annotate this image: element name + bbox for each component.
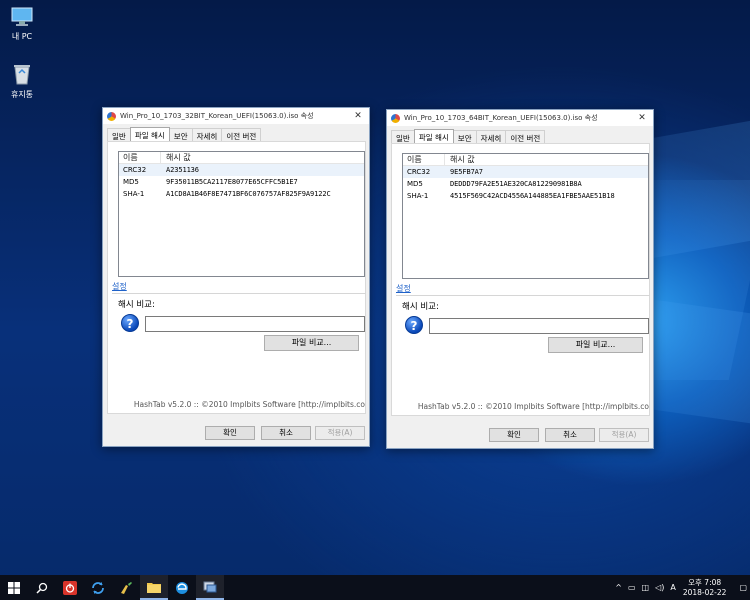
hash-list[interactable]: 이름 해시 값 CRC32 A2351136 MD5 9F35011B5CA21… bbox=[118, 151, 365, 277]
settings-link[interactable]: 설정 bbox=[112, 281, 127, 292]
hash-name: SHA-1 bbox=[407, 192, 429, 200]
hash-value: 9F35011B5CA2117E8077E65CFFC5B1E7 bbox=[166, 178, 298, 186]
computer-icon bbox=[11, 7, 33, 26]
hash-value: 9E5FB7A7 bbox=[450, 168, 483, 176]
file-hash-panel: 이름 해시 값 CRC32 A2351136 MD5 9F35011B5CA21… bbox=[107, 141, 366, 414]
hash-compare-label: 해시 비교: bbox=[118, 300, 155, 310]
hash-name: CRC32 bbox=[407, 168, 431, 176]
help-icon: ? bbox=[121, 314, 139, 332]
hashtab-footer: HashTab v5.2.0 :: ©2010 Implbits Softwar… bbox=[417, 402, 649, 411]
apply-button[interactable]: 적용(A) bbox=[315, 426, 365, 440]
desktop-icon-this-pc[interactable]: 내 PC bbox=[0, 6, 44, 42]
hash-row-crc32[interactable]: CRC32 9E5FB7A7 bbox=[403, 166, 648, 178]
file-hash-panel: 이름 해시 값 CRC32 9E5FB7A7 MD5 DEDDD79FA2E51… bbox=[391, 143, 650, 416]
volume-icon[interactable]: ◁) bbox=[655, 583, 664, 592]
windows-start-icon bbox=[8, 581, 20, 594]
column-header-hash[interactable]: 해시 값 bbox=[161, 152, 191, 163]
sync-icon bbox=[92, 581, 104, 594]
title-bar[interactable]: Win_Pro_10_1703_32BIT_Korean_UEFI(15063.… bbox=[103, 108, 369, 124]
divider bbox=[396, 295, 650, 296]
hash-name: SHA-1 bbox=[123, 190, 145, 198]
hash-compare-input[interactable] bbox=[429, 318, 649, 334]
window-title: Win_Pro_10_1703_32BIT_Korean_UEFI(15063.… bbox=[120, 112, 314, 120]
hashtab-footer: HashTab v5.2.0 :: ©2010 Implbits Softwar… bbox=[133, 400, 365, 409]
edge-icon bbox=[176, 581, 188, 594]
hashtab-app-icon bbox=[391, 113, 400, 123]
hash-name: MD5 bbox=[123, 178, 139, 186]
cancel-button[interactable]: 취소 bbox=[261, 426, 311, 440]
ime-indicator[interactable]: A bbox=[670, 583, 675, 592]
hash-value: A1CD8A1B46F8E7471BF6C076757AF825F9A9122C bbox=[166, 190, 331, 198]
apply-button[interactable]: 적용(A) bbox=[599, 428, 649, 442]
search-button[interactable] bbox=[28, 575, 56, 600]
taskbar-app-paint[interactable] bbox=[112, 575, 140, 600]
taskbar-app-power[interactable] bbox=[56, 575, 84, 600]
start-button[interactable] bbox=[0, 575, 28, 600]
network-icon[interactable]: ◫ bbox=[642, 583, 650, 592]
paint-icon bbox=[121, 581, 132, 594]
cancel-button[interactable]: 취소 bbox=[545, 428, 595, 442]
close-icon[interactable]: ✕ bbox=[635, 113, 649, 123]
properties-window-64bit: Win_Pro_10_1703_64BIT_Korean_UEFI(15063.… bbox=[386, 109, 654, 449]
taskbar-app-edge[interactable] bbox=[168, 575, 196, 600]
properties-window-32bit: Win_Pro_10_1703_32BIT_Korean_UEFI(15063.… bbox=[102, 107, 370, 447]
file-compare-button[interactable]: 파일 비교... bbox=[264, 335, 359, 351]
clock-date: 2018-02-22 bbox=[682, 587, 727, 597]
hash-row-md5[interactable]: MD5 DEDDD79FA2E51AE320CA812290981B8A bbox=[403, 178, 648, 190]
search-icon bbox=[36, 582, 48, 594]
clock-time: 오후 7:08 bbox=[688, 577, 722, 587]
hash-row-crc32[interactable]: CRC32 A2351136 bbox=[119, 164, 364, 176]
taskbar-app-sync[interactable] bbox=[84, 575, 112, 600]
desktop-icon-label: 휴지통 bbox=[10, 90, 34, 99]
taskbar-app-file-explorer[interactable] bbox=[140, 575, 168, 600]
hashtab-app-icon bbox=[107, 111, 116, 121]
column-header-hash[interactable]: 해시 값 bbox=[445, 154, 475, 165]
divider bbox=[112, 293, 366, 294]
hash-value: DEDDD79FA2E51AE320CA812290981B8A bbox=[450, 180, 582, 188]
help-icon: ? bbox=[405, 316, 423, 334]
hash-name: CRC32 bbox=[123, 166, 147, 174]
recycle-bin-icon bbox=[14, 65, 30, 85]
notification-icon[interactable]: ▢ bbox=[739, 583, 747, 592]
show-hidden-icons-chevron[interactable]: ^ bbox=[615, 583, 622, 592]
taskbar: ^ ▭ ◫ ◁) A 오후 7:08 2018-02-22 ▢ bbox=[0, 575, 750, 600]
taskbar-app-network[interactable] bbox=[196, 575, 224, 600]
hash-row-sha1[interactable]: SHA-1 A1CD8A1B46F8E7471BF6C076757AF825F9… bbox=[119, 188, 364, 200]
system-tray: ^ ▭ ◫ ◁) A 오후 7:08 2018-02-22 ▢ bbox=[612, 575, 750, 600]
file-explorer-icon bbox=[147, 582, 161, 593]
hash-row-sha1[interactable]: SHA-1 4515F569C42ACD4556A144885EA1FBE5AA… bbox=[403, 190, 648, 202]
column-header-name[interactable]: 이름 bbox=[119, 152, 161, 163]
column-header-name[interactable]: 이름 bbox=[403, 154, 445, 165]
close-icon[interactable]: ✕ bbox=[351, 111, 365, 121]
desktop-icon-recycle-bin[interactable]: 휴지통 bbox=[0, 62, 44, 100]
window-title: Win_Pro_10_1703_64BIT_Korean_UEFI(15063.… bbox=[404, 114, 598, 122]
clock[interactable]: 오후 7:08 2018-02-22 bbox=[683, 578, 727, 598]
desktop-icon-label: 내 PC bbox=[11, 32, 33, 41]
hash-name: MD5 bbox=[407, 180, 423, 188]
file-compare-button[interactable]: 파일 비교... bbox=[548, 337, 643, 353]
ok-button[interactable]: 확인 bbox=[205, 426, 255, 440]
hash-list-header: 이름 해시 값 bbox=[119, 152, 364, 164]
ok-button[interactable]: 확인 bbox=[489, 428, 539, 442]
hash-row-md5[interactable]: MD5 9F35011B5CA2117E8077E65CFFC5B1E7 bbox=[119, 176, 364, 188]
battery-icon[interactable]: ▭ bbox=[628, 583, 636, 592]
hash-value: 4515F569C42ACD4556A144885EA1FBE5AAE51B18 bbox=[450, 192, 615, 200]
hash-list[interactable]: 이름 해시 값 CRC32 9E5FB7A7 MD5 DEDDD79FA2E51… bbox=[402, 153, 649, 279]
settings-link[interactable]: 설정 bbox=[396, 283, 411, 294]
title-bar[interactable]: Win_Pro_10_1703_64BIT_Korean_UEFI(15063.… bbox=[387, 110, 653, 126]
hash-compare-input[interactable] bbox=[145, 316, 365, 332]
hash-value: A2351136 bbox=[166, 166, 199, 174]
hash-list-header: 이름 해시 값 bbox=[403, 154, 648, 166]
power-app-icon bbox=[63, 580, 77, 595]
network-app-icon bbox=[203, 581, 217, 592]
hash-compare-label: 해시 비교: bbox=[402, 302, 439, 312]
